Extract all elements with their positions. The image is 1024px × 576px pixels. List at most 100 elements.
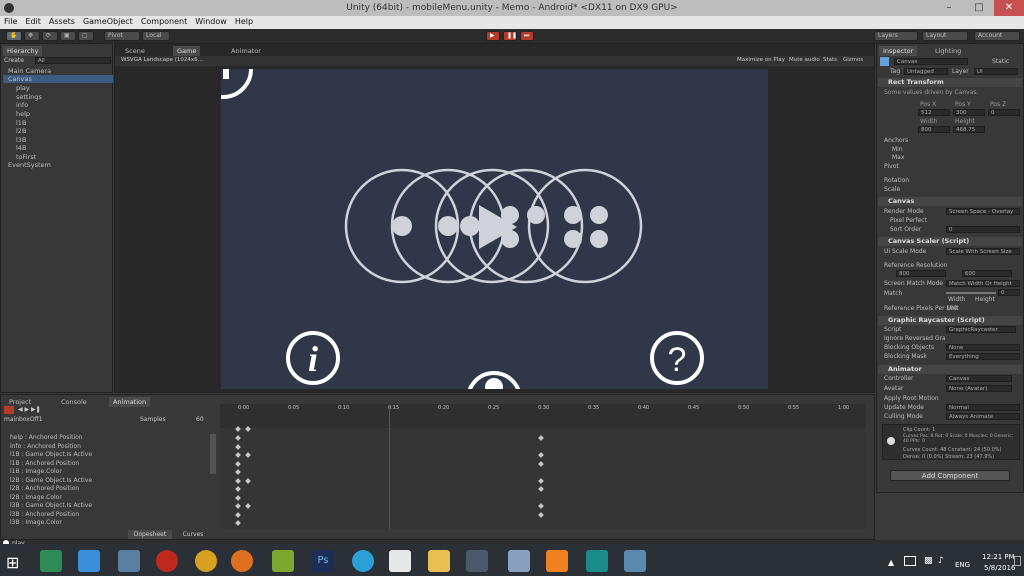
hierarchy-item[interactable]: settings	[16, 93, 42, 101]
local-toggle[interactable]: Local	[142, 31, 170, 41]
samples-field[interactable]: 60	[196, 416, 204, 423]
ref-res-x-field[interactable]: 800	[896, 270, 946, 277]
update-mode-dropdown[interactable]: Normal	[946, 404, 1020, 411]
canvas-scaler-header[interactable]: Canvas Scaler (Script)	[878, 237, 1022, 246]
photos-icon[interactable]	[624, 550, 646, 572]
internet-explorer-icon[interactable]	[78, 550, 100, 572]
battery-icon[interactable]	[904, 556, 916, 566]
file-explorer-icon[interactable]	[428, 550, 450, 572]
sublime-icon[interactable]	[389, 550, 411, 572]
layers-dropdown[interactable]: Layers	[874, 31, 918, 41]
match-slider[interactable]	[946, 292, 996, 294]
telegram-icon[interactable]	[352, 550, 374, 572]
script-field[interactable]: GraphicRaycaster	[946, 326, 1016, 333]
hierarchy-item[interactable]: info	[16, 101, 28, 109]
controller-field[interactable]: Canvas	[946, 375, 1012, 382]
animator-header[interactable]: Animator	[878, 365, 1022, 374]
ui-scale-mode-dropdown[interactable]: Scale With Screen Size	[946, 248, 1020, 255]
itunes-icon[interactable]	[118, 550, 140, 572]
step-button[interactable]: ⏭	[520, 31, 534, 41]
chrome-icon[interactable]	[195, 550, 217, 572]
animation-track[interactable]: l3B : Anchored Position	[10, 511, 79, 518]
animation-play-controls-icon[interactable]: ◀ ▶ ▶❚	[18, 406, 41, 413]
height-field[interactable]: 468.75	[953, 126, 985, 133]
volume-icon[interactable]: ♪	[938, 556, 944, 566]
clip-dropdown[interactable]: mainboxOff1	[4, 416, 43, 423]
xampp-icon[interactable]	[546, 550, 568, 572]
firefox-icon[interactable]	[231, 550, 253, 572]
blocking-mask-dropdown[interactable]: Everything	[946, 353, 1020, 360]
hierarchy-item[interactable]: help	[16, 110, 30, 118]
create-dropdown[interactable]: Create	[4, 57, 24, 64]
pos-y-field[interactable]: 300	[953, 109, 985, 116]
opera-icon[interactable]	[156, 550, 178, 572]
network-icon[interactable]: ▩	[924, 556, 933, 566]
add-component-button[interactable]: Add Component	[890, 470, 1010, 481]
hierarchy-item[interactable]: Main Camera	[8, 67, 51, 75]
animation-track[interactable]: l2B : Anchored Position	[10, 485, 79, 492]
pivot-toggle[interactable]: Pivot	[104, 31, 140, 41]
curves-tab[interactable]: Curves	[176, 530, 210, 539]
account-dropdown[interactable]: Account	[974, 31, 1020, 41]
layer-dropdown[interactable]: UI	[974, 68, 1018, 75]
menu-assets[interactable]: Assets	[45, 16, 79, 27]
animation-track[interactable]: l1B : Game Object.Is Active	[10, 451, 92, 458]
hierarchy-item[interactable]: toFirst	[16, 153, 36, 161]
record-button[interactable]	[4, 406, 14, 414]
hierarchy-item[interactable]: l2B	[16, 127, 26, 135]
menu-edit[interactable]: Edit	[21, 16, 45, 27]
android-studio-icon[interactable]	[586, 550, 608, 572]
menu-file[interactable]: File	[0, 16, 21, 27]
menu-component[interactable]: Component	[137, 16, 191, 27]
pos-z-field[interactable]: 0	[988, 109, 1020, 116]
anchors-label[interactable]: Anchors	[884, 137, 908, 144]
rotate-tool-icon[interactable]: ⟳	[42, 31, 58, 41]
static-toggle[interactable]: Static	[992, 58, 1009, 65]
rect-tool-icon[interactable]: ▢	[78, 31, 94, 41]
pos-x-field[interactable]: 512	[918, 109, 950, 116]
ref-res-y-field[interactable]: 600	[962, 270, 1012, 277]
hierarchy-search-input[interactable]: All	[35, 57, 111, 64]
timeline-ruler[interactable]: 0:00 0:05 0:10 0:15 0:20 0:25 0:30 0:35 …	[220, 404, 866, 428]
aspect-dropdown[interactable]: WSVGA Landscape (1024x6...	[121, 57, 203, 63]
animation-track[interactable]: l1B : Image.Color	[10, 468, 62, 475]
ie-app-icon[interactable]	[40, 550, 62, 572]
tab-lighting[interactable]: Lighting	[931, 46, 965, 56]
maximize-button[interactable]: □	[964, 0, 994, 16]
scale-tool-icon[interactable]: ▣	[60, 31, 76, 41]
blocking-objects-dropdown[interactable]: None	[946, 344, 1020, 351]
greenshot-icon[interactable]	[272, 550, 294, 572]
tab-console[interactable]: Console	[57, 397, 91, 407]
close-button[interactable]: ✕	[994, 0, 1024, 16]
animation-track[interactable]: info : Anchored Position	[10, 443, 81, 450]
layout-dropdown[interactable]: Layout	[922, 31, 968, 41]
photoshop-icon[interactable]: Ps	[312, 550, 334, 572]
tab-game[interactable]: Game	[173, 46, 201, 56]
play-button[interactable]: ▶	[486, 31, 500, 41]
stats-toggle[interactable]: Stats	[823, 57, 837, 63]
gizmos-dropdown[interactable]: Gizmos	[843, 57, 863, 63]
hierarchy-item-selected[interactable]: Canvas	[3, 75, 113, 83]
clock-time[interactable]: 12:21 PM	[982, 553, 1015, 561]
match-field[interactable]: 0	[998, 289, 1020, 296]
hierarchy-item[interactable]: play	[16, 84, 30, 92]
maximize-on-play-toggle[interactable]: Maximize on Play	[737, 57, 785, 63]
info-button[interactable]: i	[286, 331, 340, 385]
object-name-field[interactable]: Canvas	[894, 58, 968, 65]
render-mode-dropdown[interactable]: Screen Space - Overlay	[946, 208, 1020, 215]
avatar-field[interactable]: None (Avatar)	[946, 385, 1012, 392]
animation-track[interactable]: l2B : Image.Color	[10, 494, 62, 501]
animation-track[interactable]: l3B : Game Object.Is Active	[10, 502, 92, 509]
menu-help[interactable]: Help	[231, 16, 257, 27]
hand-tool-icon[interactable]: ✋	[6, 31, 22, 41]
graphic-raycaster-header[interactable]: Graphic Raycaster (Script)	[878, 316, 1022, 325]
pause-button[interactable]: ❚❚	[503, 31, 517, 41]
tracks-scrollbar[interactable]	[210, 434, 216, 474]
hierarchy-item[interactable]: EventSystem	[8, 161, 51, 169]
hierarchy-item[interactable]: l1B	[16, 119, 26, 127]
tab-animator[interactable]: Animator	[227, 46, 265, 56]
canvas-component-header[interactable]: Canvas	[878, 197, 1022, 206]
minimize-button[interactable]: –	[934, 0, 964, 16]
hierarchy-item[interactable]: l4B	[16, 144, 26, 152]
sort-order-field[interactable]: 0	[946, 226, 1020, 233]
